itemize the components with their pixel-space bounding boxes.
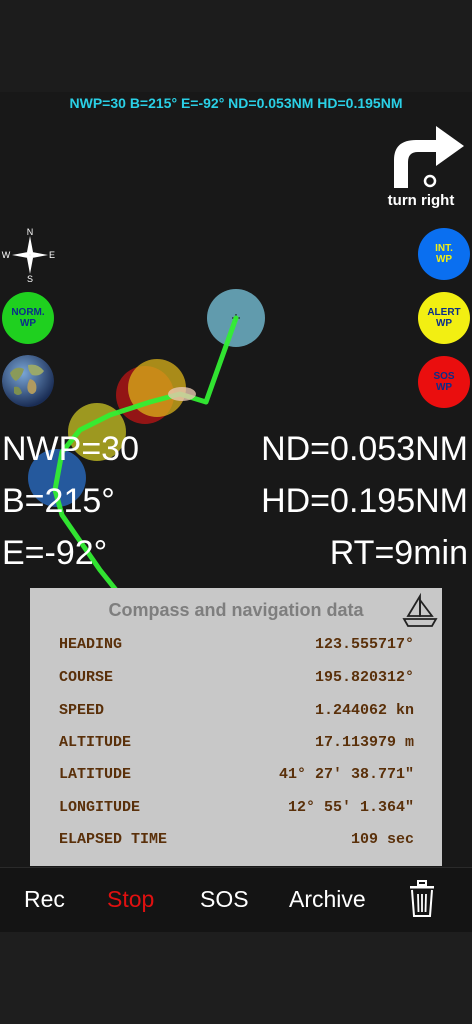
elapsed-time-row: ELAPSED TIME 109 sec: [59, 831, 414, 851]
latitude-label: LATITUDE: [59, 766, 132, 783]
compass-rose-icon[interactable]: N S W E: [0, 226, 58, 284]
trash-icon[interactable]: [406, 878, 438, 918]
speed-value: 1.244062 kn: [314, 702, 414, 719]
compass-e: E: [49, 250, 55, 260]
bearing-value: B=215°: [2, 482, 115, 520]
longitude-label: LONGITUDE: [59, 799, 141, 816]
course-label: COURSE: [59, 669, 114, 686]
alert-waypoint-button[interactable]: ALERT WP: [418, 292, 470, 344]
speed-label: SPEED: [59, 702, 105, 719]
footer-area: [0, 932, 472, 1024]
alert-wp-label-1: ALERT: [427, 307, 461, 318]
next-waypoint-value: NWP=30: [2, 430, 139, 468]
rec-button[interactable]: Rec: [24, 886, 65, 913]
int-wp-label-2: WP: [435, 254, 453, 265]
longitude-value: 12° 55' 1.364": [287, 799, 414, 816]
altitude-row: ALTITUDE 17.113979 m: [59, 734, 414, 754]
bottom-toolbar: Rec Stop SOS Archive: [0, 867, 472, 932]
turn-direction-label: turn right: [387, 192, 455, 209]
sos-wp-label-2: WP: [435, 382, 453, 393]
longitude-row: LONGITUDE 12° 55' 1.364": [59, 799, 414, 819]
course-value: 195.820312°: [314, 669, 414, 686]
normal-wp-label-1: NORM.: [11, 307, 45, 318]
normal-wp-label-2: WP: [19, 318, 37, 329]
sos-button[interactable]: SOS: [200, 886, 249, 913]
heading-row: HEADING 123.555717°: [59, 636, 414, 656]
latitude-row: LATITUDE 41° 27' 38.771": [59, 766, 414, 786]
intermediate-waypoint-button[interactable]: INT. WP: [418, 228, 470, 280]
panel-title: Compass and navigation data: [108, 600, 364, 620]
error-value: E=-92°: [2, 534, 108, 572]
heading-value: 123.555717°: [314, 636, 414, 653]
stop-button[interactable]: Stop: [107, 886, 154, 913]
navigation-data-panel: Compass and navigation data HEADING 123.5…: [30, 588, 442, 866]
compass-n: N: [27, 227, 34, 237]
top-bar: [0, 0, 472, 92]
int-wp-label-1: INT.: [435, 243, 453, 254]
home-distance-value: HD=0.195NM: [261, 482, 468, 520]
globe-icon[interactable]: [2, 355, 54, 407]
remaining-time-value: RT=9min: [329, 534, 468, 572]
sos-wp-label-1: SOS: [433, 371, 455, 382]
boat-icon[interactable]: [402, 592, 438, 628]
altitude-value: 17.113979 m: [314, 734, 414, 751]
altitude-label: ALTITUDE: [59, 734, 132, 751]
normal-waypoint-button[interactable]: NORM. WP: [2, 292, 54, 344]
archive-button[interactable]: Archive: [289, 886, 366, 913]
status-line: NWP=30 B=215° E=-92° ND=0.053NM HD=0.195…: [69, 95, 403, 111]
turn-right-icon: [394, 126, 464, 188]
compass-w: W: [2, 250, 11, 260]
speed-row: SPEED 1.244062 kn: [59, 702, 414, 722]
heading-label: HEADING: [59, 636, 123, 653]
latitude-value: 41° 27' 38.771": [278, 766, 414, 783]
alert-wp-label-2: WP: [435, 318, 453, 329]
course-row: COURSE 195.820312°: [59, 669, 414, 689]
compass-s: S: [27, 274, 33, 284]
next-distance-value: ND=0.053NM: [261, 430, 468, 468]
sos-waypoint-button[interactable]: SOS WP: [418, 356, 470, 408]
elapsed-time-value: 109 sec: [350, 831, 414, 848]
elapsed-time-label: ELAPSED TIME: [59, 831, 168, 848]
